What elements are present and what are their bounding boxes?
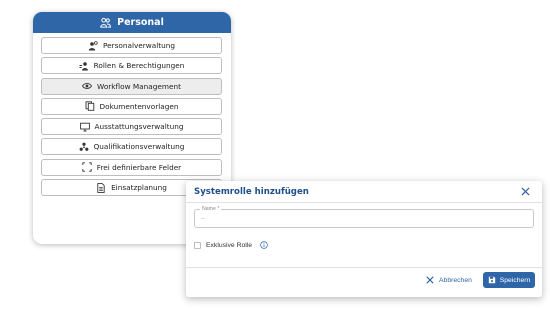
qualification-icon (79, 142, 88, 151)
fullscreen-corners-icon (82, 162, 92, 172)
workflow-eye-icon (82, 83, 93, 89)
save-icon (488, 276, 495, 284)
roles-icon (79, 61, 88, 71)
menu-item-label: Qualifikationsverwaltung (93, 142, 185, 152)
add-system-role-dialog: Systemrolle hinzufügen Name * -- Exklusi… (186, 181, 542, 297)
document-list-icon (97, 182, 105, 193)
menu-item-ausstattungsverwaltung[interactable]: Ausstattungsverwaltung (41, 118, 222, 136)
close-icon (426, 276, 434, 284)
menu-item-rollen-berechtigungen[interactable]: Rollen & Berechtigungen (41, 57, 222, 75)
info-icon[interactable] (260, 241, 268, 249)
menu-item-workflow-management[interactable]: Workflow Management (41, 77, 222, 95)
person-gear-icon (88, 40, 98, 50)
name-field-label: Name * (200, 205, 222, 213)
documents-icon (85, 101, 94, 112)
save-label: Speichern (499, 276, 531, 284)
exclusive-role-label: Exklusive Rolle (206, 241, 253, 249)
card-title: Personal (117, 17, 164, 28)
dialog-header-divider (186, 202, 542, 203)
menu-item-label: Personalverwaltung (102, 41, 176, 50)
monitor-icon (79, 122, 90, 132)
menu-item-label: Frei definierbare Felder (96, 162, 182, 172)
personal-menu: Personalverwaltung Rollen & Berechtigung… (33, 33, 231, 197)
menu-item-label: Ausstattungsverwaltung (94, 122, 184, 132)
card-header: Personal (33, 12, 231, 33)
menu-item-frei-definierbare-felder[interactable]: Frei definierbare Felder (41, 158, 222, 176)
menu-item-label: Rollen & Berechtigungen (93, 61, 185, 71)
menu-item-label: Einsatzplanung (111, 183, 167, 193)
menu-item-label: Dokumentenvorlagen (99, 101, 179, 111)
menu-item-dokumentenvorlagen[interactable]: Dokumentenvorlagen (41, 97, 222, 115)
name-field[interactable]: Name * -- (194, 205, 534, 228)
close-button[interactable] (520, 186, 531, 197)
people-icon (100, 17, 112, 28)
dialog-footer-divider (186, 267, 542, 268)
menu-item-qualifikationsverwaltung[interactable]: Qualifikationsverwaltung (41, 138, 222, 156)
name-field-value: -- (201, 216, 205, 222)
cancel-button[interactable]: Abbrechen (426, 276, 472, 284)
menu-item-personalverwaltung[interactable]: Personalverwaltung (41, 37, 222, 54)
dialog-title: Systemrolle hinzufügen (194, 187, 309, 197)
exclusive-role-row: Exklusive Rolle (194, 241, 268, 249)
cancel-label: Abbrechen (439, 276, 472, 284)
menu-item-label: Workflow Management (97, 81, 181, 91)
save-button[interactable]: Speichern (483, 272, 535, 288)
exclusive-role-checkbox[interactable] (194, 241, 201, 249)
close-icon (521, 187, 530, 196)
